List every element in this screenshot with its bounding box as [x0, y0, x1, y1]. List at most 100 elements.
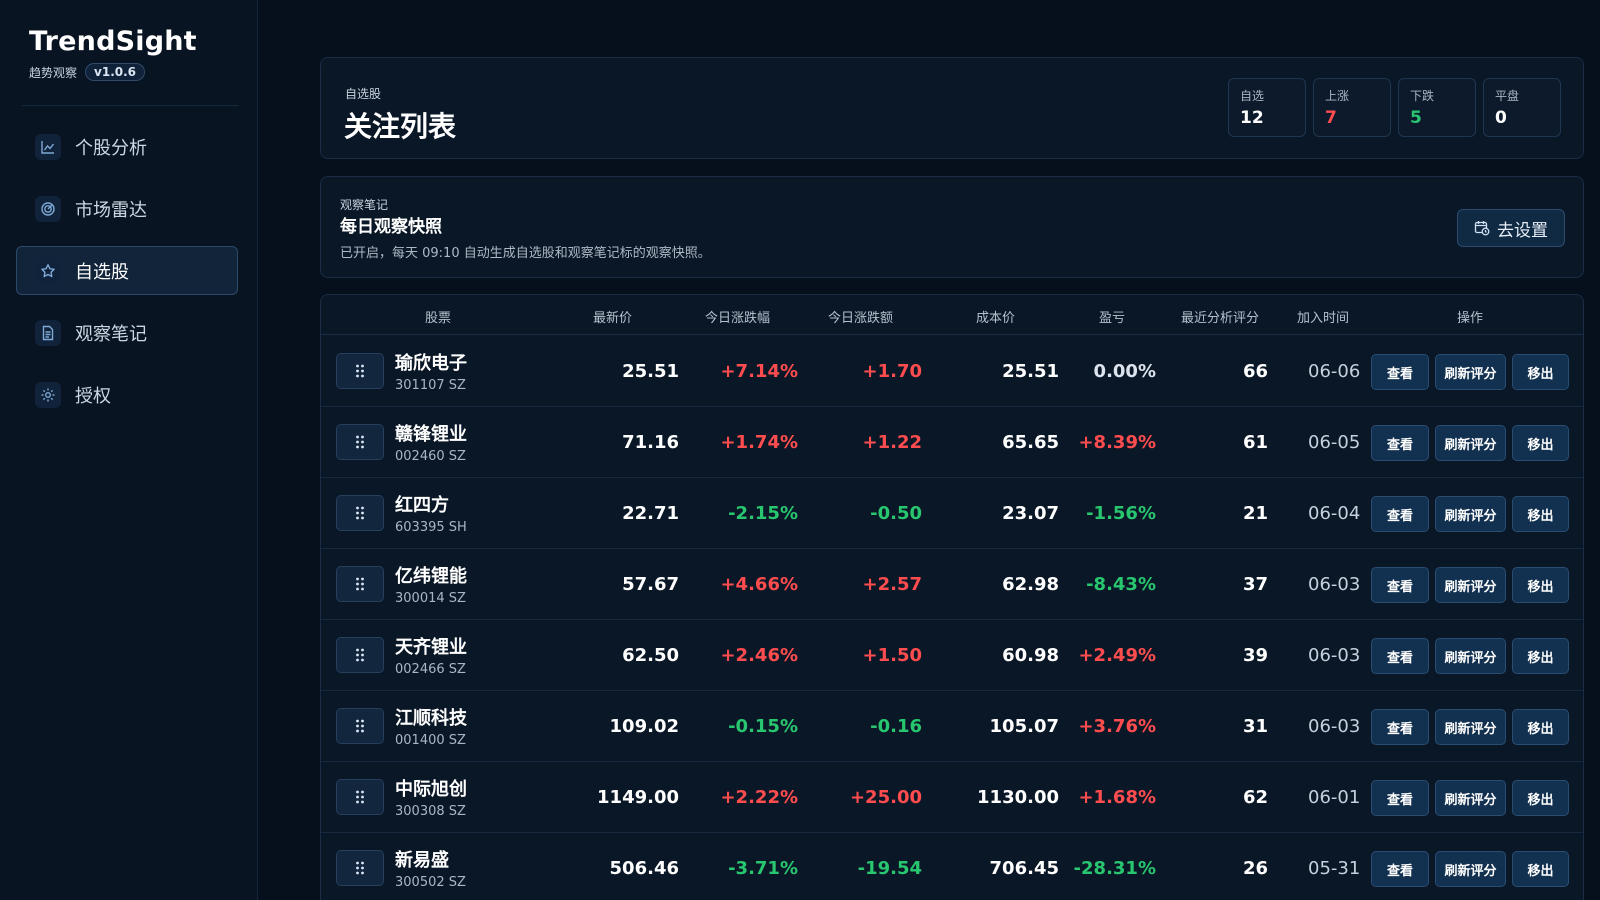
added-date: 06-05	[1308, 432, 1361, 453]
cost-price: 60.98	[1002, 645, 1059, 666]
sidebar-item-license[interactable]: 授权	[16, 370, 238, 419]
stock-code: 300014 SZ	[395, 591, 466, 606]
stat-value: 0	[1495, 108, 1507, 128]
remove-button[interactable]: 移出	[1512, 425, 1569, 461]
view-button[interactable]: 查看	[1371, 709, 1429, 745]
table-row: 亿纬锂能 300014 SZ 57.67 +4.66% +2.57 62.98 -8.43%…	[321, 549, 1583, 620]
view-button[interactable]: 查看	[1371, 496, 1429, 532]
added-date: 06-04	[1308, 503, 1361, 524]
view-button[interactable]: 查看	[1371, 567, 1429, 603]
drag-handle-icon[interactable]	[336, 424, 384, 460]
remove-button[interactable]: 移出	[1512, 567, 1569, 603]
brand-divider	[22, 105, 239, 106]
stat-label: 自选	[1240, 89, 1265, 103]
remove-button[interactable]: 移出	[1512, 851, 1569, 887]
column-header-pnl: 盈亏	[1099, 311, 1126, 326]
cost-price: 25.51	[1002, 361, 1059, 382]
drag-handle-icon[interactable]	[336, 637, 384, 673]
remove-button[interactable]: 移出	[1512, 354, 1569, 390]
drag-handle-icon[interactable]	[336, 566, 384, 602]
drag-handle-icon[interactable]	[336, 495, 384, 531]
view-button[interactable]: 查看	[1371, 638, 1429, 674]
added-date: 06-03	[1308, 716, 1361, 737]
go-settings-label: 去设置	[1497, 220, 1548, 241]
view-button[interactable]: 查看	[1371, 354, 1429, 390]
refresh-score-button[interactable]: 刷新评分	[1435, 425, 1506, 461]
brand: TrendSight 趋势观察 v1.0.6	[29, 26, 197, 81]
change-amount: -0.16	[870, 716, 922, 737]
change-amount: -19.54	[857, 858, 922, 879]
change-pct: +7.14%	[720, 361, 798, 382]
change-amount: +1.50	[862, 645, 923, 666]
change-amount: +1.22	[862, 432, 923, 453]
refresh-score-button[interactable]: 刷新评分	[1435, 496, 1506, 532]
table-row: 中际旭创 300308 SZ 1149.00 +2.22% +25.00 1130.00 +…	[321, 762, 1583, 833]
note-subtitle: 观察笔记	[340, 198, 389, 212]
sidebar-item-stock-analysis[interactable]: 个股分析	[16, 122, 238, 171]
profit-loss: -1.56%	[1086, 503, 1156, 524]
table-row: 红四方 603395 SH 22.71 -2.15% -0.50 23.07 -1.56% 2…	[321, 478, 1583, 549]
profit-loss: +1.68%	[1078, 787, 1156, 808]
latest-price: 109.02	[609, 716, 679, 737]
version-badge: v1.0.6	[85, 63, 146, 81]
calendar-clock-icon	[1474, 220, 1490, 236]
sidebar: TrendSight 趋势观察 v1.0.6 个股分析 市场雷达 自选股 观察笔…	[0, 0, 258, 900]
drag-handle-icon[interactable]	[336, 353, 384, 389]
table-row: 天齐锂业 002466 SZ 62.50 +2.46% +1.50 60.98 +2.49%…	[321, 620, 1583, 691]
added-date: 06-01	[1308, 787, 1361, 808]
sidebar-item-notes[interactable]: 观察笔记	[16, 308, 238, 357]
stock-code: 002466 SZ	[395, 662, 466, 677]
sidebar-item-market-radar[interactable]: 市场雷达	[16, 184, 238, 233]
latest-price: 25.51	[622, 361, 679, 382]
change-pct: +4.66%	[720, 574, 798, 595]
refresh-score-button[interactable]: 刷新评分	[1435, 780, 1506, 816]
drag-handle-icon[interactable]	[336, 779, 384, 815]
profit-loss: +3.76%	[1078, 716, 1156, 737]
note-title: 每日观察快照	[340, 217, 442, 237]
sidebar-nav: 个股分析 市场雷达 自选股 观察笔记 授权	[16, 122, 238, 432]
column-header-change-pct: 今日涨跌幅	[705, 311, 771, 326]
stat-label: 平盘	[1495, 89, 1520, 103]
refresh-score-button[interactable]: 刷新评分	[1435, 354, 1506, 390]
go-settings-button[interactable]: 去设置	[1457, 209, 1565, 247]
stat-total: 自选 12	[1228, 78, 1306, 137]
profit-loss: -8.43%	[1086, 574, 1156, 595]
cost-price: 23.07	[1002, 503, 1059, 524]
change-pct: -0.15%	[728, 716, 798, 737]
sidebar-item-watchlist[interactable]: 自选股	[16, 246, 238, 295]
stock-name: 亿纬锂能	[395, 566, 467, 587]
stat-label: 下跌	[1410, 89, 1435, 103]
remove-button[interactable]: 移出	[1512, 496, 1569, 532]
refresh-score-button[interactable]: 刷新评分	[1435, 567, 1506, 603]
column-header-actions: 操作	[1457, 311, 1484, 326]
stat-flat: 平盘 0	[1483, 78, 1561, 137]
view-button[interactable]: 查看	[1371, 780, 1429, 816]
change-pct: -2.15%	[728, 503, 798, 524]
watchlist-table: 股票 最新价 今日涨跌幅 今日涨跌额 成本价 盈亏 最近分析评分 加入时间 操作…	[320, 294, 1584, 900]
table-row: 赣锋锂业 002460 SZ 71.16 +1.74% +1.22 65.65 +8.39%…	[321, 407, 1583, 478]
stock-code: 301107 SZ	[395, 378, 466, 393]
drag-handle-icon[interactable]	[336, 850, 384, 886]
analysis-score: 31	[1242, 716, 1268, 737]
view-button[interactable]: 查看	[1371, 851, 1429, 887]
analysis-score: 26	[1242, 858, 1268, 879]
remove-button[interactable]: 移出	[1512, 638, 1569, 674]
stock-name: 红四方	[395, 495, 449, 516]
table-row: 江顺科技 001400 SZ 109.02 -0.15% -0.16 105.07 +3.7…	[321, 691, 1583, 762]
stock-code: 002460 SZ	[395, 449, 466, 464]
remove-button[interactable]: 移出	[1512, 709, 1569, 745]
profit-loss: 0.00%	[1093, 361, 1156, 382]
cost-price: 62.98	[1002, 574, 1059, 595]
refresh-score-button[interactable]: 刷新评分	[1435, 709, 1506, 745]
latest-price: 57.67	[622, 574, 679, 595]
sidebar-item-label: 个股分析	[75, 137, 147, 159]
column-header-price: 最新价	[593, 311, 633, 326]
drag-handle-icon[interactable]	[336, 708, 384, 744]
column-header-score: 最近分析评分	[1181, 311, 1260, 326]
stock-name: 中际旭创	[395, 779, 467, 800]
refresh-score-button[interactable]: 刷新评分	[1435, 638, 1506, 674]
stock-name: 新易盛	[395, 850, 449, 871]
view-button[interactable]: 查看	[1371, 425, 1429, 461]
refresh-score-button[interactable]: 刷新评分	[1435, 851, 1506, 887]
remove-button[interactable]: 移出	[1512, 780, 1569, 816]
